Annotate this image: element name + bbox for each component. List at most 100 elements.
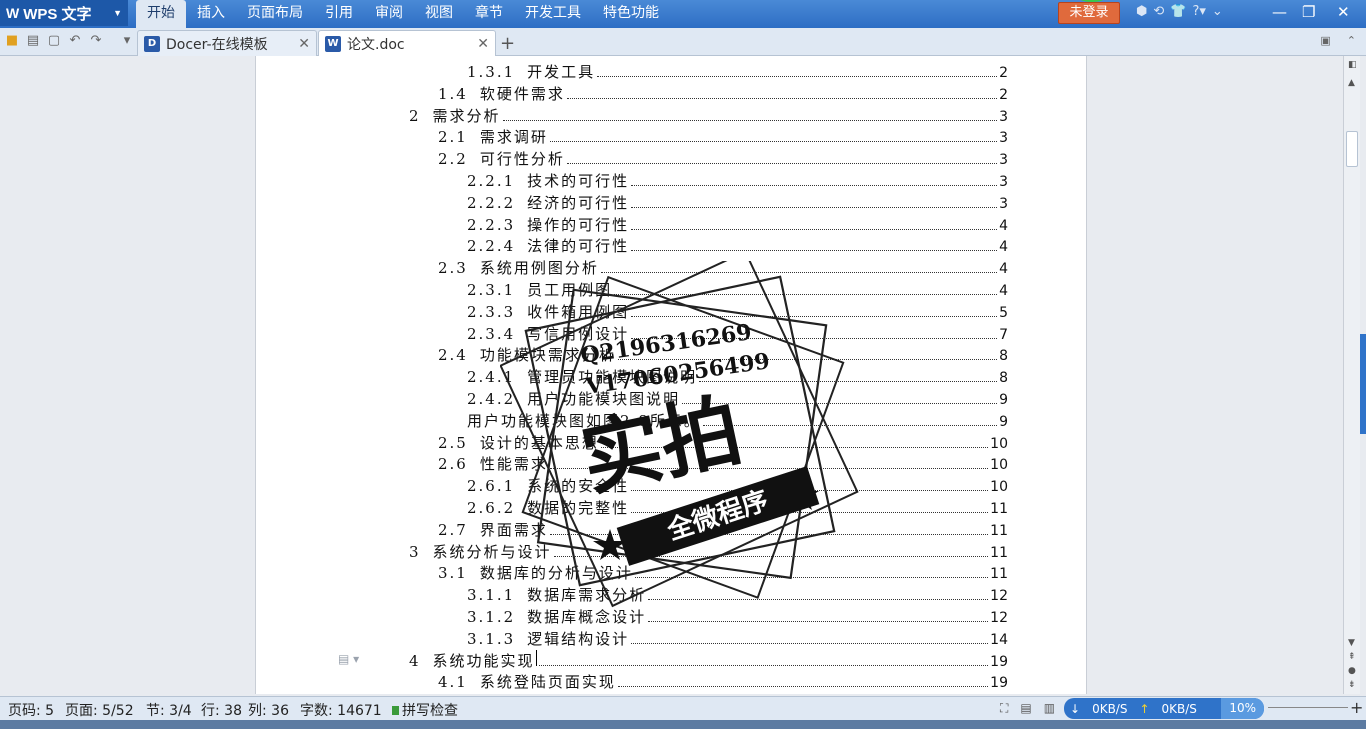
toc-page-number: 4 — [999, 261, 1008, 278]
toc-entry[interactable]: 用户功能模块图如图2.8所示。 9 — [467, 410, 1008, 430]
toc-entry[interactable]: 2.4 功能模块需求分析 8 — [438, 344, 1008, 364]
collapse-icon[interactable]: ⌃ — [1347, 34, 1356, 47]
toc-entry[interactable]: 2.4.1 管理员功能模块图说明 8 — [467, 366, 1008, 386]
toc-entry[interactable]: 3 系统分析与设计 11 — [409, 541, 1008, 561]
text-cursor — [535, 649, 537, 666]
toc-entry[interactable]: 3.1.1 数据库需求分析 12 — [467, 584, 1008, 604]
toc-page-number: 2 — [999, 65, 1008, 81]
toc-entry[interactable]: 2.5 设计的基本思想 10 — [438, 432, 1008, 452]
new-tab-icon[interactable]: + — [500, 33, 515, 54]
minimize-icon[interactable]: — — [1272, 3, 1287, 21]
scrollbar-thumb[interactable] — [1346, 131, 1358, 167]
toc-entry[interactable]: 2.6.2 数据的完整性 11 — [467, 497, 1008, 517]
paragraph-options-icon[interactable]: ▤ ▾ — [338, 652, 359, 666]
menu-item[interactable]: 审阅 — [364, 0, 414, 28]
login-button[interactable]: 未登录 — [1058, 2, 1120, 24]
select-browse-icon[interactable]: ● — [1348, 666, 1356, 676]
toc-entry[interactable]: 2.2.1 技术的可行性 3 — [467, 170, 1008, 190]
chevron-down-icon[interactable]: ⌄ — [1212, 4, 1223, 19]
status-page[interactable]: 页面: 5/52 — [65, 700, 134, 720]
toc-page-number: 8 — [999, 348, 1008, 365]
skin-icon[interactable]: ⬢ — [1136, 4, 1147, 19]
menu-item[interactable]: 视图 — [414, 0, 464, 28]
menu-item[interactable]: 章节 — [464, 0, 514, 28]
toc-entry[interactable]: 1.3.1 开发工具 2 — [467, 61, 1008, 81]
toc-entry[interactable]: 2.6 性能需求 10 — [438, 453, 1008, 473]
print-preview-icon[interactable]: ▢ — [46, 33, 62, 48]
toc-entry[interactable]: 2.3.3 收件箱用例图 5 — [467, 301, 1008, 321]
menu-item[interactable]: 引用 — [314, 0, 364, 28]
toc-entry[interactable]: 2.4.2 用户功能模块图说明 9 — [467, 388, 1008, 408]
close-icon[interactable]: ✕ — [1337, 3, 1350, 21]
toc-entry[interactable]: 2.3.4 写信用例设计 7 — [467, 323, 1008, 343]
sync-icon[interactable]: ⟲ — [1153, 4, 1164, 19]
toc-entry[interactable]: 2.2.3 操作的可行性 4 — [467, 214, 1008, 234]
fullscreen-icon[interactable]: ⛶ — [1000, 701, 1008, 716]
menu-item[interactable]: 开发工具 — [514, 0, 592, 28]
open-folder-icon[interactable]: ■ — [4, 33, 20, 48]
toc-entry[interactable]: 2.2.4 法律的可行性 4 — [467, 235, 1008, 255]
toc-entry[interactable]: 3.1.3 逻辑结构设计 14 — [467, 628, 1008, 648]
toc-title: 数据库需求分析 — [527, 586, 647, 605]
os-taskbar — [0, 720, 1366, 729]
toc-entry[interactable]: 3.1 数据库的分析与设计 11 — [438, 562, 1008, 582]
menu-item[interactable]: 开始 — [136, 0, 186, 28]
menu-item[interactable]: 页面布局 — [236, 0, 314, 28]
toc-leader — [614, 281, 998, 295]
tab-docer[interactable]: D Docer-在线模板 ✕ — [137, 30, 317, 56]
zoom-level[interactable]: 10% — [1221, 698, 1264, 719]
toc-entry[interactable]: 2.2 可行性分析 3 — [438, 148, 1008, 168]
prev-page-icon[interactable]: ⇞ — [1348, 652, 1356, 662]
web-view-icon[interactable]: ▥ — [1044, 701, 1055, 716]
toc-title: 数据库的分析与设计 — [479, 564, 633, 583]
toc-entry[interactable]: 2.7 界面需求 11 — [438, 519, 1008, 539]
scroll-down-icon[interactable]: ▼ — [1348, 638, 1355, 648]
spell-check-button[interactable]: 拼写检查 — [392, 700, 458, 720]
close-icon[interactable]: ✕ — [298, 36, 310, 52]
toc-title: 功能模块需求分析 — [479, 346, 616, 365]
print-icon[interactable]: ▤ — [25, 33, 41, 48]
toc-entry[interactable]: 2.2.2 经济的可行性 3 — [467, 192, 1008, 212]
vertical-scrollbar[interactable]: ◧ ▲ ▼ ⇞ ● ⇟ — [1343, 56, 1360, 694]
toc-number: 2.3 — [438, 259, 468, 278]
toc-entry[interactable]: 2.3.1 员工用例图 4 — [467, 279, 1008, 299]
document-page[interactable]: 1.3.1 开发工具 2 1.4 软硬件需求 2 2 需求分析 3 2.1 需求调研 3 2.2 可行性分… — [255, 56, 1087, 694]
status-page-code[interactable]: 页码: 5 — [8, 700, 54, 720]
chevron-down-icon[interactable]: ▾ — [119, 33, 135, 48]
toc-entry[interactable]: 2.1 需求调研 3 — [438, 126, 1008, 146]
toc-number: 1.4 — [438, 84, 468, 103]
toc-entry[interactable]: 3.1.2 数据库概念设计 12 — [467, 606, 1008, 626]
next-page-icon[interactable]: ⇟ — [1348, 680, 1356, 690]
zoom-in-icon[interactable]: + — [1350, 698, 1363, 717]
scroll-up-icon[interactable]: ▲ — [1348, 78, 1355, 88]
app-menu-button[interactable]: W WPS 文字 ▼ — [0, 0, 128, 26]
help-icon[interactable]: ?▾ — [1192, 4, 1205, 19]
status-row[interactable]: 行: 38 — [201, 700, 242, 720]
toc-entry[interactable]: 2 需求分析 3 — [409, 105, 1008, 125]
window-icon[interactable]: ▣ — [1320, 34, 1330, 47]
toc-title: 收件箱用例图 — [527, 302, 630, 321]
menu-item[interactable]: 插入 — [186, 0, 236, 28]
toc-number: 2.2.2 — [467, 193, 516, 212]
shirt-icon[interactable]: 👕 — [1170, 4, 1186, 19]
undo-icon[interactable]: ↶ — [67, 33, 83, 48]
status-col[interactable]: 列: 36 — [248, 700, 289, 720]
scroll-top-icon[interactable]: ◧ — [1348, 60, 1357, 70]
toc-entry[interactable]: 2.3 系统用例图分析 4 — [438, 257, 1008, 277]
document-area[interactable]: 1.3.1 开发工具 2 1.4 软硬件需求 2 2 需求分析 3 2.1 需求调研 3 2.2 可行性分… — [0, 56, 1343, 694]
close-icon[interactable]: ✕ — [477, 36, 489, 52]
zoom-slider[interactable] — [1268, 707, 1348, 708]
page-view-icon[interactable]: ▤ — [1020, 701, 1031, 716]
toc-entry[interactable]: 2.6.1 系统的安全性 10 — [467, 475, 1008, 495]
status-words[interactable]: 字数: 14671 — [300, 700, 382, 720]
status-section[interactable]: 节: 3/4 — [146, 700, 192, 720]
toc-entry[interactable]: 1.4 软硬件需求 2 — [438, 83, 1008, 103]
side-panel-tab[interactable] — [1360, 334, 1366, 434]
toc-title: 需求调研 — [479, 128, 548, 147]
toc-entry[interactable]: 4 系统功能实现 19 — [409, 649, 1008, 670]
toc-entry[interactable]: 4.1 系统登陆页面实现 19 — [438, 671, 1008, 691]
menu-item[interactable]: 特色功能 — [592, 0, 670, 28]
redo-icon[interactable]: ↷ — [88, 33, 104, 48]
restore-icon[interactable]: ❐ — [1302, 3, 1315, 21]
tab-document[interactable]: W 论文.doc ✕ — [318, 30, 496, 56]
